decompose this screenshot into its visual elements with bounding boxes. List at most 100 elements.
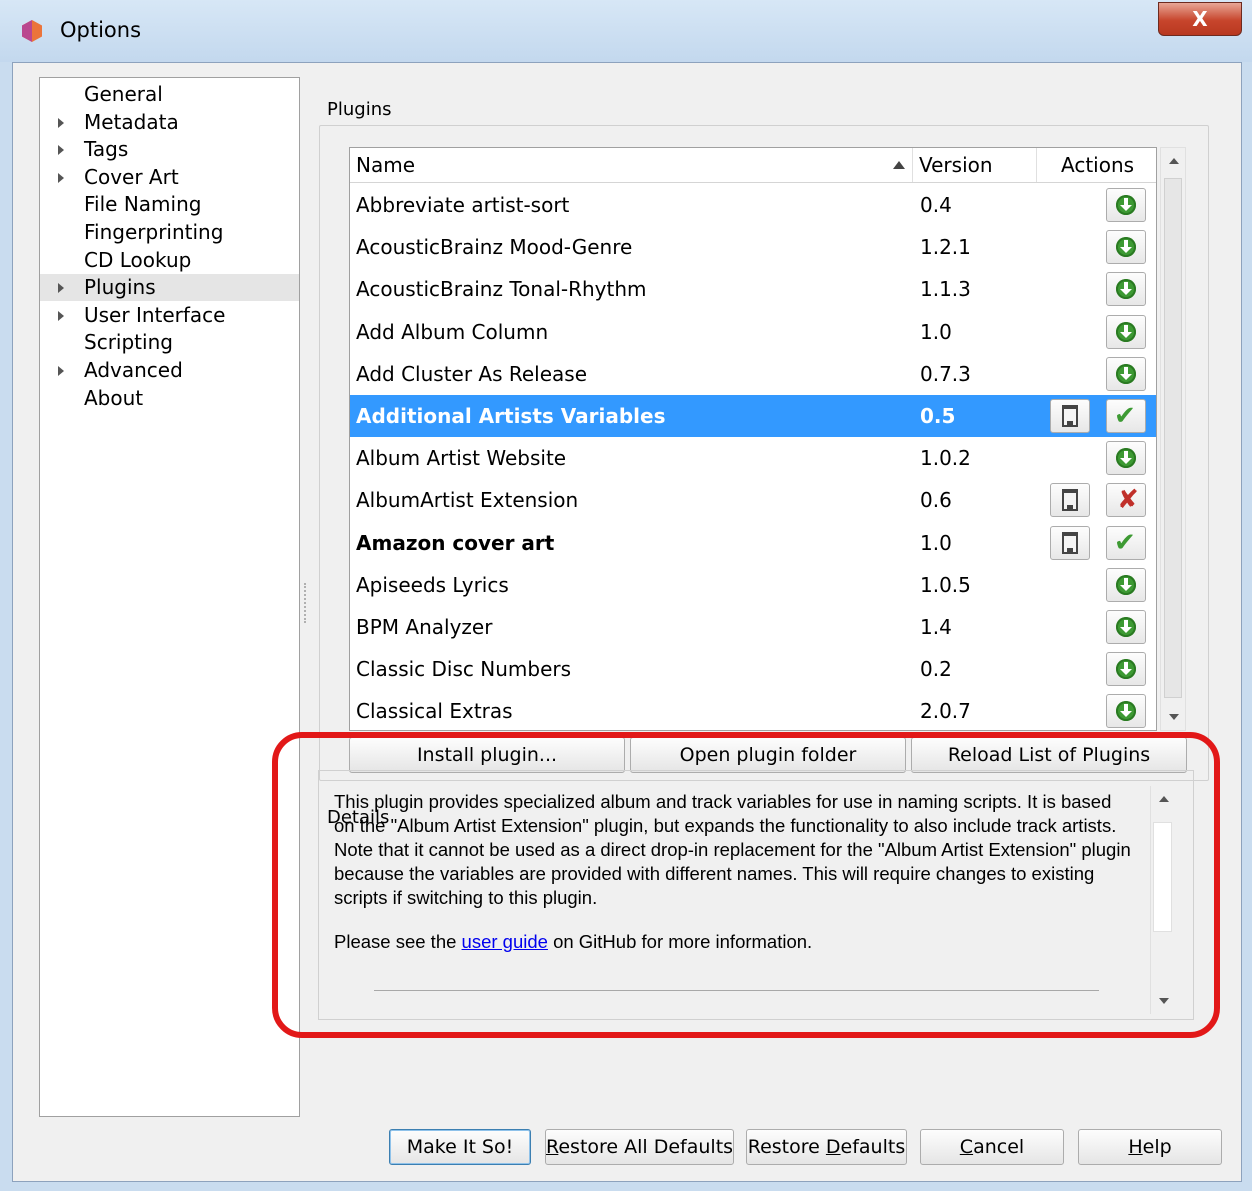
download-plugin-button[interactable] bbox=[1106, 610, 1146, 644]
nav-item-label: Tags bbox=[84, 137, 129, 162]
plugin-version: 0.2 bbox=[920, 657, 952, 682]
restore-all-defaults-button[interactable]: Restore All Defaults bbox=[545, 1129, 734, 1165]
uninstall-plugin-button[interactable] bbox=[1050, 483, 1090, 518]
column-header-actions-label: Actions bbox=[1061, 153, 1135, 177]
download-plugin-button[interactable] bbox=[1106, 314, 1146, 349]
nav-item[interactable]: Scripting bbox=[40, 329, 299, 356]
column-header-actions[interactable]: Actions bbox=[1037, 148, 1156, 182]
cancel-button[interactable]: Cancel bbox=[920, 1129, 1064, 1165]
plugin-row[interactable]: AcousticBrainz Tonal-Rhythm 1.1.3 bbox=[350, 268, 1156, 310]
plugin-row[interactable]: Album Artist Website 1.0.2 bbox=[350, 437, 1156, 479]
plugin-table[interactable]: Name Version Actions Abbreviate artist-s… bbox=[349, 147, 1157, 731]
checkmark-icon: ✔ bbox=[1114, 401, 1136, 431]
download-plugin-button[interactable] bbox=[1106, 188, 1146, 222]
plugin-name: Add Album Column bbox=[356, 319, 549, 344]
uninstall-plugin-button[interactable] bbox=[1050, 399, 1090, 433]
scroll-down-arrow-icon[interactable] bbox=[1169, 714, 1179, 720]
nav-item-label: Metadata bbox=[84, 109, 179, 134]
plugin-table-scrollbar[interactable] bbox=[1160, 147, 1186, 731]
help-button[interactable]: Help bbox=[1078, 1129, 1222, 1165]
close-icon: X bbox=[1192, 7, 1208, 31]
expand-arrow-icon[interactable] bbox=[58, 172, 64, 183]
restore-defaults-button[interactable]: Restore Defaults bbox=[746, 1129, 907, 1165]
expand-arrow-icon[interactable] bbox=[58, 310, 64, 321]
trash-icon bbox=[1062, 405, 1078, 427]
uninstall-plugin-button[interactable] bbox=[1050, 525, 1090, 560]
trash-icon bbox=[1062, 489, 1078, 512]
expand-arrow-icon[interactable] bbox=[58, 145, 64, 156]
disable-plugin-button[interactable]: ✔ bbox=[1106, 399, 1146, 433]
nav-item[interactable]: Plugins bbox=[40, 274, 299, 302]
plugin-version: 0.4 bbox=[920, 193, 952, 217]
plugin-row[interactable]: Amazon cover art 1.0 ✔ bbox=[350, 522, 1156, 564]
restore-all-label-post: estore All Defaults bbox=[558, 1136, 734, 1158]
nav-item[interactable]: Advanced bbox=[40, 357, 299, 384]
plugin-version: 1.2.1 bbox=[920, 235, 971, 260]
download-plugin-button[interactable] bbox=[1106, 230, 1146, 265]
disable-plugin-button[interactable]: ✔ bbox=[1106, 525, 1146, 560]
scroll-thumb[interactable] bbox=[1164, 178, 1182, 698]
plugin-version: 0.6 bbox=[920, 488, 952, 513]
column-header-version[interactable]: Version bbox=[913, 148, 1037, 182]
download-plugin-button[interactable] bbox=[1106, 652, 1146, 687]
column-header-name[interactable]: Name bbox=[350, 148, 913, 182]
plugin-row[interactable]: BPM Analyzer 1.4 bbox=[350, 606, 1156, 648]
scroll-up-arrow-icon[interactable] bbox=[1169, 158, 1179, 164]
plugin-name: BPM Analyzer bbox=[356, 615, 493, 639]
help-label-post: elp bbox=[1142, 1136, 1172, 1158]
nav-item[interactable]: Metadata bbox=[40, 109, 299, 136]
nav-item[interactable]: Tags bbox=[40, 136, 299, 163]
plugin-table-header: Name Version Actions bbox=[350, 148, 1156, 183]
nav-item[interactable]: User Interface bbox=[40, 302, 299, 329]
nav-item[interactable]: Fingerprinting bbox=[40, 219, 299, 246]
nav-item[interactable]: File Naming bbox=[40, 191, 299, 218]
nav-item-label: File Naming bbox=[84, 192, 202, 217]
nav-item[interactable]: CD Lookup bbox=[40, 247, 299, 274]
column-header-name-label: Name bbox=[356, 153, 416, 177]
nav-item[interactable]: Cover Art bbox=[40, 164, 299, 191]
restore-label-pre: Restore bbox=[747, 1136, 826, 1158]
plugin-name: Abbreviate artist-sort bbox=[356, 193, 570, 217]
nav-item-label: Cover Art bbox=[84, 164, 179, 189]
help-mnemonic: H bbox=[1128, 1136, 1143, 1158]
plugin-name: Album Artist Website bbox=[356, 446, 567, 471]
splitter-handle[interactable] bbox=[304, 583, 308, 623]
make-it-so-button[interactable]: Make It So! bbox=[389, 1129, 531, 1165]
expand-arrow-icon[interactable] bbox=[58, 366, 64, 376]
plugin-row[interactable]: Apiseeds Lyrics 1.0.5 bbox=[350, 564, 1156, 606]
plugin-row[interactable]: Add Cluster As Release 0.7.3 bbox=[350, 353, 1156, 395]
plugin-row[interactable]: AcousticBrainz Mood-Genre 1.2.1 bbox=[350, 226, 1156, 268]
nav-item[interactable]: About bbox=[40, 385, 299, 412]
download-icon bbox=[1116, 701, 1136, 722]
plugin-name: AcousticBrainz Tonal-Rhythm bbox=[356, 277, 647, 302]
download-icon bbox=[1116, 237, 1136, 258]
options-nav-tree[interactable]: General Metadata Tags Cover Art File Naming F… bbox=[39, 77, 300, 1117]
checkmark-icon: ✔ bbox=[1114, 527, 1136, 558]
plugin-row[interactable]: AlbumArtist Extension 0.6 ✘ bbox=[350, 479, 1156, 521]
expand-arrow-icon[interactable] bbox=[58, 117, 64, 128]
plugin-row[interactable]: Additional Artists Variables 0.5 ✔ bbox=[350, 395, 1156, 437]
nav-item-label: Plugins bbox=[84, 275, 156, 300]
plugin-row[interactable]: Add Album Column 1.0 bbox=[350, 311, 1156, 353]
plugin-version: 1.4 bbox=[920, 615, 952, 639]
nav-item-label: User Interface bbox=[84, 302, 226, 327]
download-icon bbox=[1116, 195, 1136, 215]
nav-item-label: About bbox=[84, 385, 144, 410]
restore-label-post: efaults bbox=[840, 1136, 906, 1158]
window-close-button[interactable]: X bbox=[1158, 2, 1242, 36]
expand-arrow-icon[interactable] bbox=[58, 283, 64, 294]
nav-item[interactable]: General bbox=[40, 81, 299, 108]
download-plugin-button[interactable] bbox=[1106, 441, 1146, 476]
download-plugin-button[interactable] bbox=[1106, 694, 1146, 729]
plugin-row[interactable]: Classic Disc Numbers 0.2 bbox=[350, 648, 1156, 690]
plugin-version: 1.0.5 bbox=[920, 572, 971, 597]
download-plugin-button[interactable] bbox=[1106, 272, 1146, 307]
download-plugin-button[interactable] bbox=[1106, 356, 1146, 391]
enable-plugin-button[interactable]: ✘ bbox=[1106, 483, 1146, 518]
nav-item-label: General bbox=[84, 82, 163, 106]
plugin-row[interactable]: Classical Extras 2.0.7 bbox=[350, 690, 1156, 730]
plugin-row[interactable]: Abbreviate artist-sort 0.4 bbox=[350, 184, 1156, 226]
nav-item-label: Fingerprinting bbox=[84, 220, 224, 244]
download-plugin-button[interactable] bbox=[1106, 567, 1146, 602]
sort-ascending-icon bbox=[893, 161, 905, 169]
